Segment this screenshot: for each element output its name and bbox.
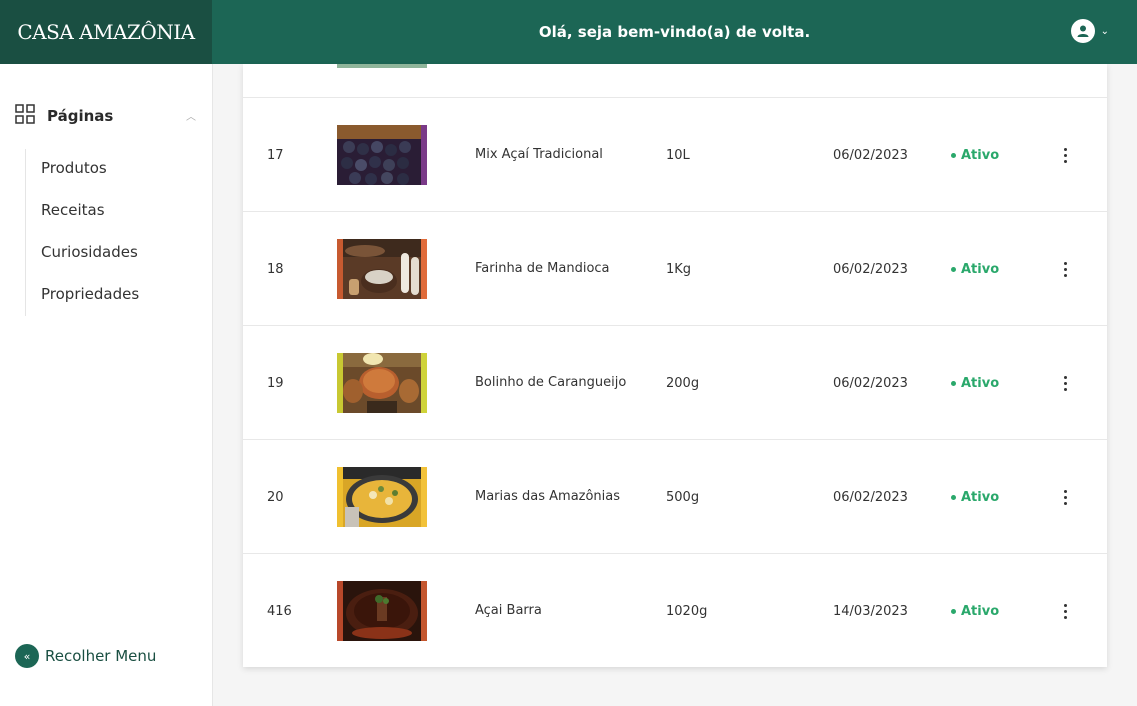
product-date: 06/02/2023 bbox=[833, 375, 908, 391]
logo: CASA AMAZÔNIA bbox=[17, 20, 195, 44]
table-row[interactable]: 416 Açai Barra 1020g 14/03/2023 Ativo bbox=[243, 554, 1107, 667]
chevron-down-icon[interactable]: ⌄ bbox=[1101, 26, 1109, 37]
status-dot-icon bbox=[951, 494, 956, 500]
table-row[interactable]: 20 Marias das Amazônias 500g 06/02/2023 … bbox=[243, 440, 1107, 554]
more-options-button[interactable] bbox=[1055, 440, 1075, 554]
sidebar-subnav: Produtos Receitas Curiosidades Proprieda… bbox=[25, 149, 205, 316]
product-name: Farinha de Mandioca bbox=[475, 261, 610, 276]
sidebar-item-propriedades[interactable]: Propriedades bbox=[26, 275, 205, 317]
product-quantity: 500g bbox=[666, 489, 700, 505]
product-id: 416 bbox=[267, 603, 292, 619]
product-name: Açai Barra bbox=[475, 603, 542, 618]
product-name: Bolinho de Carangueijo bbox=[475, 375, 627, 390]
table-row[interactable]: 17 Mix Açaí Tradicional 10L 06/02/2023 A… bbox=[243, 98, 1107, 212]
double-chevron-left-icon: « bbox=[15, 644, 39, 668]
product-thumbnail bbox=[337, 212, 427, 326]
collapse-menu-button[interactable]: « Recolher Menu bbox=[15, 644, 156, 668]
user-avatar-icon[interactable] bbox=[1070, 19, 1095, 43]
kebab-menu-icon bbox=[1063, 147, 1067, 163]
grid-icon bbox=[15, 104, 35, 128]
product-name: Mix Açaí Tradicional bbox=[475, 147, 603, 162]
status-dot-icon bbox=[951, 266, 956, 272]
product-thumbnail bbox=[337, 326, 427, 440]
product-quantity: 200g bbox=[666, 375, 700, 391]
more-options-button[interactable] bbox=[1055, 326, 1075, 440]
table-row[interactable]: 18 Farinha de Mandioca 1Kg 06/02/2023 At… bbox=[243, 212, 1107, 326]
product-id: 20 bbox=[267, 489, 284, 505]
chevron-up-icon[interactable]: ︿ bbox=[186, 108, 196, 123]
more-options-button[interactable] bbox=[1055, 212, 1075, 326]
sidebar-section-pages[interactable]: Páginas ︿ bbox=[15, 104, 200, 128]
kebab-menu-icon bbox=[1063, 261, 1067, 277]
sidebar-item-receitas[interactable]: Receitas bbox=[26, 191, 205, 233]
table-row[interactable]: 19 Bolinho de Carangueijo 200g 06/02/202… bbox=[243, 326, 1107, 440]
product-quantity: 1Kg bbox=[666, 261, 692, 277]
status-badge: Ativo bbox=[951, 212, 999, 326]
kebab-menu-icon bbox=[1063, 375, 1067, 391]
status-dot-icon bbox=[951, 608, 956, 614]
collapse-menu-label: Recolher Menu bbox=[45, 647, 157, 665]
status-label: Ativo bbox=[961, 261, 1000, 277]
product-quantity: 1020g bbox=[666, 603, 708, 619]
more-options-button[interactable] bbox=[1055, 554, 1075, 667]
status-dot-icon bbox=[951, 380, 956, 386]
product-date: 06/02/2023 bbox=[833, 147, 908, 163]
status-badge: Ativo bbox=[951, 326, 999, 440]
product-id: 17 bbox=[267, 147, 284, 163]
status-badge: Ativo bbox=[951, 98, 999, 212]
product-thumbnail bbox=[337, 554, 427, 667]
status-badge: Ativo bbox=[951, 440, 999, 554]
user-menu[interactable]: ⌄ bbox=[1070, 19, 1109, 43]
kebab-menu-icon bbox=[1063, 489, 1067, 505]
table-row bbox=[243, 64, 1107, 98]
product-id: 19 bbox=[267, 375, 284, 391]
status-label: Ativo bbox=[961, 147, 1000, 163]
status-dot-icon bbox=[951, 152, 956, 158]
status-label: Ativo bbox=[961, 489, 1000, 505]
top-bar: CASA AMAZÔNIA Olá, seja bem-vindo(a) de … bbox=[0, 0, 1137, 64]
product-date: 14/03/2023 bbox=[833, 603, 908, 619]
product-thumbnail bbox=[337, 98, 427, 212]
sidebar: Páginas ︿ Produtos Receitas Curiosidades… bbox=[0, 64, 213, 706]
status-label: Ativo bbox=[961, 603, 1000, 619]
product-date: 06/02/2023 bbox=[833, 261, 908, 277]
logo-area[interactable]: CASA AMAZÔNIA bbox=[0, 0, 212, 64]
product-quantity: 10L bbox=[666, 147, 690, 163]
welcome-message: Olá, seja bem-vindo(a) de volta. bbox=[538, 23, 811, 41]
status-badge: Ativo bbox=[951, 554, 999, 667]
product-date: 06/02/2023 bbox=[833, 489, 908, 505]
sidebar-item-produtos[interactable]: Produtos bbox=[26, 149, 205, 191]
sidebar-item-curiosidades[interactable]: Curiosidades bbox=[26, 233, 205, 275]
products-table: 17 Mix Açaí Tradicional 10L 06/02/2023 A… bbox=[243, 64, 1107, 667]
sidebar-section-label: Páginas bbox=[47, 107, 114, 125]
kebab-menu-icon bbox=[1063, 603, 1067, 619]
product-thumbnail bbox=[337, 440, 427, 554]
product-id: 18 bbox=[267, 261, 284, 277]
product-name: Marias das Amazônias bbox=[475, 489, 621, 504]
more-options-button[interactable] bbox=[1055, 98, 1075, 212]
status-label: Ativo bbox=[961, 375, 1000, 391]
